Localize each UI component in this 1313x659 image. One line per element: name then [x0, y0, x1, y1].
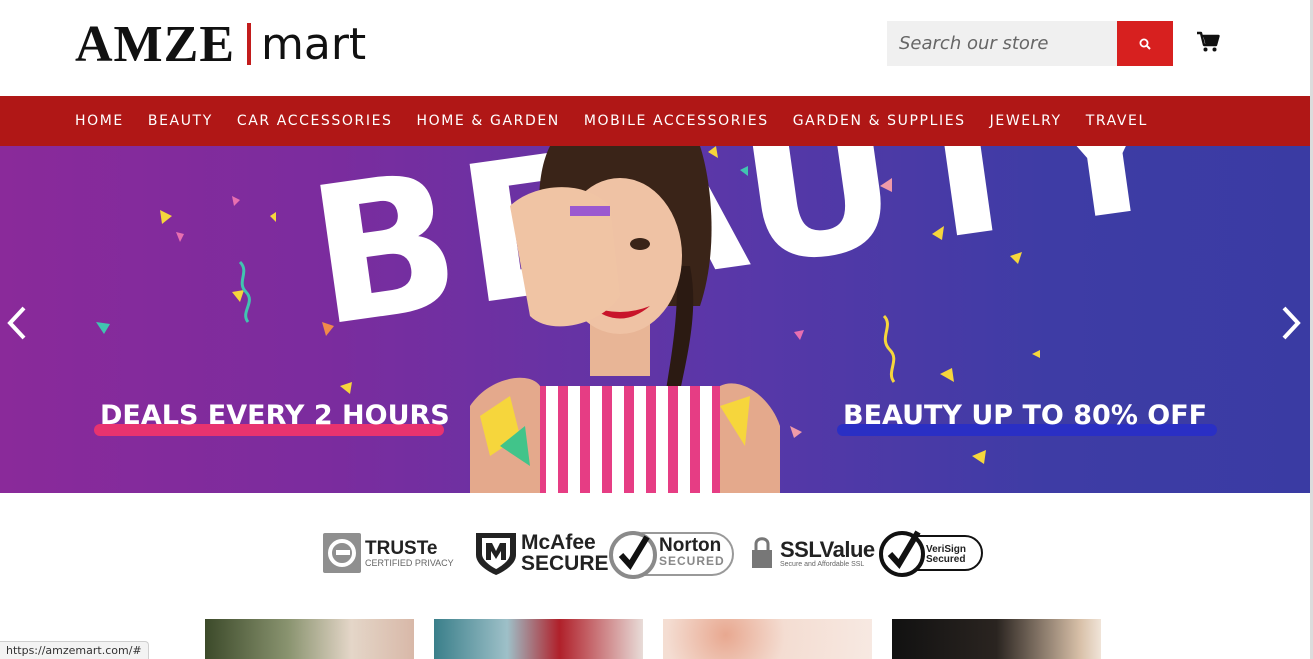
- norton-title: Norton: [659, 535, 722, 556]
- norton-text: Norton SECURED: [659, 536, 725, 567]
- page: AMZE mart HOME BEAUTY CAR ACCESSORIES HO…: [0, 0, 1313, 659]
- nav-item-travel[interactable]: TRAVEL: [1086, 113, 1148, 129]
- category-tile[interactable]: [434, 619, 643, 659]
- nav-item-garden-supplies[interactable]: GARDEN & SUPPLIES: [793, 113, 966, 129]
- sslvalue-text: SSLValue Secure and Affordable SSL: [780, 536, 875, 568]
- deal-right-text: BEAUTY UP TO 80% OFF: [843, 400, 1208, 431]
- nav-item-home-garden[interactable]: HOME & GARDEN: [417, 113, 560, 129]
- truste-title: TRUSTe: [365, 537, 438, 559]
- trust-badges: TRUSTe CERTIFIED PRIVACY McAfee SECURE N…: [320, 525, 990, 581]
- truste-badge: TRUSTe CERTIFIED PRIVACY: [322, 525, 454, 581]
- main-nav: HOME BEAUTY CAR ACCESSORIES HOME & GARDE…: [0, 96, 1311, 146]
- sslvalue-title: SSLValue: [780, 536, 875, 562]
- hero-model-image: [470, 146, 780, 493]
- truste-seal-icon: [323, 533, 361, 573]
- mcafee-sub: SECURE: [521, 552, 609, 575]
- chevron-left-icon: [7, 306, 26, 340]
- sslvalue-badge: SSLValue Secure and Affordable SSL: [750, 525, 875, 581]
- hero-deal-right: BEAUTY UP TO 80% OFF: [837, 400, 1217, 436]
- verisign-badge: VeriSign Secured: [878, 525, 984, 581]
- logo-sub-text: mart: [261, 18, 367, 70]
- mcafee-badge: McAfee SECURE: [473, 525, 609, 581]
- mcafee-title: McAfee: [521, 531, 596, 554]
- site-header: AMZE mart: [0, 0, 1313, 96]
- cart-icon[interactable]: [1196, 30, 1220, 54]
- slider-next-button[interactable]: [1274, 301, 1308, 345]
- site-logo[interactable]: AMZE mart: [75, 14, 366, 74]
- norton-sub: SECURED: [659, 554, 725, 568]
- logo-divider: [247, 23, 251, 65]
- status-bar-url: https://amzemart.com/#: [0, 641, 149, 659]
- verisign-text: VeriSign Secured: [926, 545, 966, 565]
- verisign-sub: Secured: [926, 554, 966, 565]
- lock-icon: [752, 537, 772, 568]
- category-tile[interactable]: [205, 619, 414, 659]
- mcafee-shield-icon: [476, 533, 516, 575]
- category-tile[interactable]: [663, 619, 872, 659]
- sslvalue-sub: Secure and Affordable SSL: [780, 560, 865, 568]
- search-button[interactable]: [1117, 21, 1173, 66]
- search-icon: [1139, 38, 1151, 50]
- nav-item-car-accessories[interactable]: CAR ACCESSORIES: [237, 113, 393, 129]
- truste-sub: CERTIFIED PRIVACY: [365, 557, 454, 568]
- hero-slider[interactable]: BEAUTY DEALS EVERY 2 HOURS BEAUTY UP TO …: [0, 146, 1311, 493]
- mcafee-text: McAfee SECURE: [521, 532, 609, 574]
- logo-main-text: AMZE: [75, 15, 235, 73]
- search-form: [887, 21, 1173, 66]
- deal-left-text: DEALS EVERY 2 HOURS: [100, 400, 450, 431]
- category-tile[interactable]: [892, 619, 1101, 659]
- slider-prev-button[interactable]: [0, 301, 34, 345]
- nav-item-mobile-accessories[interactable]: MOBILE ACCESSORIES: [584, 113, 769, 129]
- nav-item-jewelry[interactable]: JEWELRY: [990, 113, 1062, 129]
- hero-deal-left: DEALS EVERY 2 HOURS: [94, 400, 450, 436]
- norton-badge: Norton SECURED: [609, 525, 735, 581]
- chevron-right-icon: [1282, 306, 1301, 340]
- search-input[interactable]: [887, 21, 1117, 66]
- nav-item-beauty[interactable]: BEAUTY: [148, 113, 213, 129]
- nav-item-home[interactable]: HOME: [75, 113, 124, 129]
- truste-text: TRUSTe CERTIFIED PRIVACY: [365, 539, 454, 568]
